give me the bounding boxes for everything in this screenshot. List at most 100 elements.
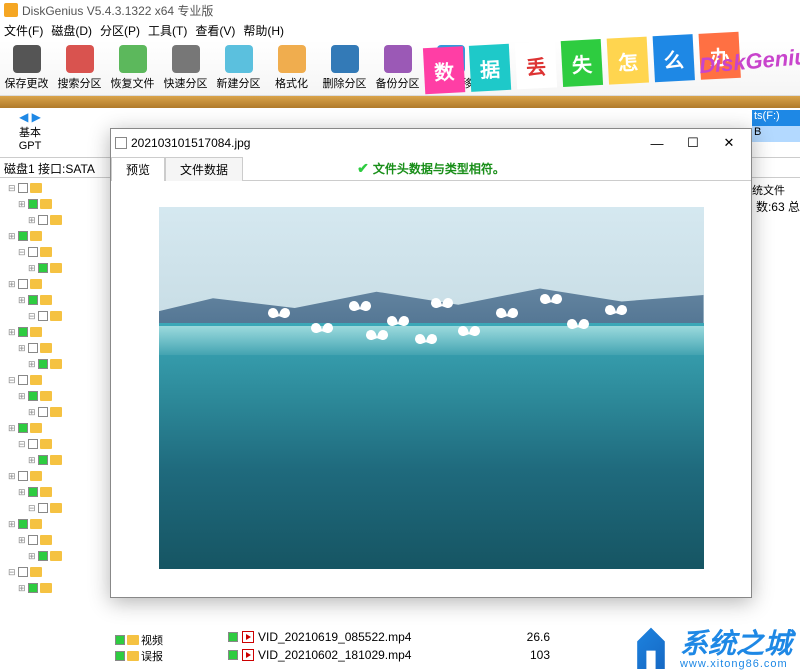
checkbox-icon[interactable] — [18, 375, 28, 385]
basic-label-2: GPT — [0, 140, 60, 152]
checkbox-icon[interactable] — [18, 327, 28, 337]
file-row[interactable]: VID_20210619_085522.mp426.6 — [220, 628, 550, 646]
folder-icon — [40, 295, 52, 305]
tree-row[interactable]: ⊟ — [2, 372, 108, 388]
tree-row[interactable]: ⊞ — [2, 516, 108, 532]
checkbox-icon[interactable] — [18, 423, 28, 433]
image-icon — [115, 137, 127, 149]
right-item[interactable]: 统文件 — [752, 182, 800, 198]
checkbox-icon[interactable] — [18, 567, 28, 577]
tool-icon — [66, 45, 94, 73]
tree-row[interactable]: ⊞ — [2, 212, 108, 228]
tree-row[interactable]: ⊞ — [2, 388, 108, 404]
tree-row[interactable]: ⊞ — [2, 340, 108, 356]
tree-bottom-row[interactable]: 视频 — [115, 632, 163, 648]
tree-row[interactable]: ⊟ — [2, 180, 108, 196]
file-row[interactable]: VID_20210602_181029.mp4103 — [220, 646, 550, 664]
checkbox-icon[interactable] — [18, 519, 28, 529]
checkbox-icon[interactable] — [28, 199, 38, 209]
tree-row[interactable]: ⊞ — [2, 532, 108, 548]
checkbox-icon[interactable] — [28, 343, 38, 353]
folder-icon — [40, 535, 52, 545]
folder-icon — [30, 183, 42, 193]
checkbox-icon[interactable] — [18, 471, 28, 481]
banner-tile-0: 数 — [423, 46, 465, 94]
tree-panel[interactable]: ⊟⊞⊞⊞⊟⊞⊞⊞⊟⊞⊞⊞⊟⊞⊞⊞⊟⊞⊞⊞⊟⊞⊞⊞⊟⊞ — [0, 178, 110, 648]
tree-row[interactable]: ⊞ — [2, 196, 108, 212]
count-label: 数:63 总 — [756, 198, 800, 215]
tree-row[interactable]: ⊞ — [2, 484, 108, 500]
checkbox-icon[interactable] — [28, 247, 38, 257]
folder-icon — [30, 519, 42, 529]
minimize-button[interactable]: — — [639, 131, 675, 155]
preview-window: 202103101517084.jpg — ☐ ✕ 预览 文件数据 ✔ 文件头数… — [110, 128, 752, 598]
tree-row[interactable]: ⊞ — [2, 324, 108, 340]
tree-row[interactable]: ⊞ — [2, 260, 108, 276]
tree-row[interactable]: ⊞ — [2, 356, 108, 372]
tool-7[interactable]: 备份分区 — [371, 41, 424, 95]
tree-row[interactable]: ⊞ — [2, 228, 108, 244]
checkbox-icon[interactable] — [38, 551, 48, 561]
banner-tile-5: 么 — [653, 34, 695, 82]
menu-item-0[interactable]: 文件(F) — [4, 22, 43, 39]
tab-file-data[interactable]: 文件数据 — [165, 157, 243, 181]
menu-item-2[interactable]: 分区(P) — [100, 22, 140, 39]
menu-item-1[interactable]: 磁盘(D) — [51, 22, 92, 39]
menu-item-5[interactable]: 帮助(H) — [243, 22, 284, 39]
checkbox-icon[interactable] — [28, 391, 38, 401]
image-preview — [159, 207, 704, 569]
tree-row[interactable]: ⊟ — [2, 308, 108, 324]
maximize-button[interactable]: ☐ — [675, 131, 711, 155]
checkbox-icon[interactable] — [28, 583, 38, 593]
tool-2[interactable]: 恢复文件 — [106, 41, 159, 95]
tool-6[interactable]: 删除分区 — [318, 41, 371, 95]
menu-item-4[interactable]: 查看(V) — [195, 22, 235, 39]
tool-3[interactable]: 快速分区 — [159, 41, 212, 95]
preview-title-bar: 202103101517084.jpg — ☐ ✕ — [111, 129, 751, 157]
checkbox-icon[interactable] — [38, 407, 48, 417]
checkbox-icon[interactable] — [38, 215, 48, 225]
tree-row[interactable]: ⊞ — [2, 548, 108, 564]
folder-icon — [50, 215, 62, 225]
checkbox-icon[interactable] — [38, 455, 48, 465]
checkbox-icon[interactable] — [28, 487, 38, 497]
folder-icon — [50, 551, 62, 561]
tree-row[interactable]: ⊟ — [2, 244, 108, 260]
file-list: VID_20210619_085522.mp426.6VID_20210602_… — [220, 628, 550, 664]
right-header: ts(F:) — [752, 110, 800, 126]
tool-5[interactable]: 格式化 — [265, 41, 318, 95]
nav-arrows-icon[interactable]: ◀ ▶ — [0, 110, 60, 124]
tool-1[interactable]: 搜索分区 — [53, 41, 106, 95]
checkbox-icon[interactable] — [28, 295, 38, 305]
checkbox-icon[interactable] — [38, 359, 48, 369]
tab-preview[interactable]: 预览 — [111, 157, 165, 181]
menu-item-3[interactable]: 工具(T) — [148, 22, 187, 39]
folder-icon — [40, 343, 52, 353]
tree-row[interactable]: ⊟ — [2, 436, 108, 452]
tree-row[interactable]: ⊞ — [2, 404, 108, 420]
close-button[interactable]: ✕ — [711, 131, 747, 155]
tree-bottom-row[interactable]: 误报 — [115, 648, 163, 664]
checkbox-icon[interactable] — [38, 311, 48, 321]
checkbox-icon[interactable] — [38, 263, 48, 273]
checkbox-icon[interactable] — [18, 183, 28, 193]
tool-4[interactable]: 新建分区 — [212, 41, 265, 95]
tree-row[interactable]: ⊞ — [2, 276, 108, 292]
tree-row[interactable]: ⊞ — [2, 468, 108, 484]
folder-icon — [50, 407, 62, 417]
checkbox-icon[interactable] — [28, 439, 38, 449]
tree-row[interactable]: ⊟ — [2, 500, 108, 516]
checkbox-icon[interactable] — [28, 535, 38, 545]
partition-bar[interactable] — [0, 96, 800, 108]
checkbox-icon[interactable] — [38, 503, 48, 513]
tree-row[interactable]: ⊞ — [2, 452, 108, 468]
tree-row[interactable]: ⊞ — [2, 580, 108, 596]
tree-row[interactable]: ⊞ — [2, 420, 108, 436]
tree-row[interactable]: ⊞ — [2, 292, 108, 308]
tree-bottom[interactable]: 视频误报 — [115, 632, 163, 664]
checkbox-icon[interactable] — [18, 231, 28, 241]
tree-row[interactable]: ⊟ — [2, 564, 108, 580]
app-logo-icon — [4, 3, 18, 17]
tool-0[interactable]: 保存更改 — [0, 41, 53, 95]
checkbox-icon[interactable] — [18, 279, 28, 289]
